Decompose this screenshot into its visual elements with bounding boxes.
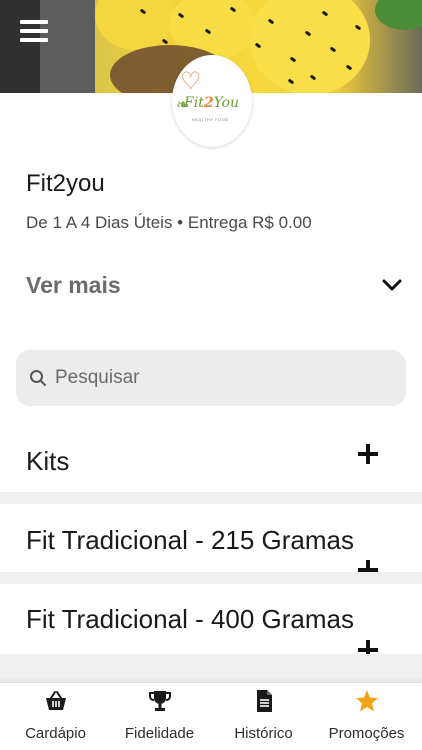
nav-item-historico[interactable]: Histórico bbox=[211, 683, 316, 750]
divider bbox=[0, 654, 422, 682]
nav-label: Histórico bbox=[234, 725, 293, 742]
search-bar[interactable] bbox=[16, 350, 406, 406]
store-name: Fit2you bbox=[26, 170, 105, 197]
category-fit-tradicional-215[interactable]: Fit Tradicional - 215 Gramas bbox=[0, 504, 422, 580]
trophy-icon bbox=[149, 691, 171, 711]
category-kits[interactable]: Kits bbox=[0, 432, 422, 492]
hamburger-menu-icon[interactable] bbox=[20, 20, 48, 46]
category-label: Fit Tradicional - 400 Gramas bbox=[26, 604, 355, 634]
store-logo: ♡ ❧ Fit2You HEALTHY FOOD bbox=[172, 55, 252, 147]
nav-item-fidelidade[interactable]: Fidelidade bbox=[107, 683, 212, 750]
nav-label: Cardápio bbox=[25, 725, 86, 742]
nav-item-promocoes[interactable]: Promoções bbox=[314, 683, 419, 750]
heart-icon: ♡ bbox=[180, 68, 202, 95]
store-delivery-info: De 1 A 4 Dias Úteis • Entrega R$ 0.00 bbox=[26, 213, 312, 232]
category-label: Kits bbox=[26, 446, 70, 476]
nav-label: Fidelidade bbox=[124, 725, 195, 742]
logo-brand-text: Fit2You bbox=[184, 95, 240, 111]
divider bbox=[0, 572, 422, 584]
document-icon bbox=[257, 690, 272, 712]
plus-icon[interactable] bbox=[358, 444, 378, 464]
divider bbox=[0, 492, 422, 504]
nav-item-cardapio[interactable]: Cardápio bbox=[3, 683, 108, 750]
chevron-down-icon[interactable] bbox=[382, 278, 402, 292]
search-input[interactable] bbox=[55, 364, 385, 392]
search-icon bbox=[30, 370, 46, 386]
ver-mais-button[interactable]: Ver mais bbox=[26, 272, 121, 299]
category-fit-tradicional-400[interactable]: Fit Tradicional - 400 Gramas bbox=[0, 584, 422, 660]
basket-icon bbox=[46, 691, 66, 710]
nav-label: Promoções bbox=[328, 725, 405, 742]
logo-tagline: HEALTHY FOOD bbox=[192, 117, 229, 122]
star-icon bbox=[356, 690, 378, 712]
category-label: Fit Tradicional - 215 Gramas bbox=[26, 525, 355, 555]
bottom-navigation: Cardápio Fidelidade Histórico Promoções bbox=[0, 682, 422, 750]
